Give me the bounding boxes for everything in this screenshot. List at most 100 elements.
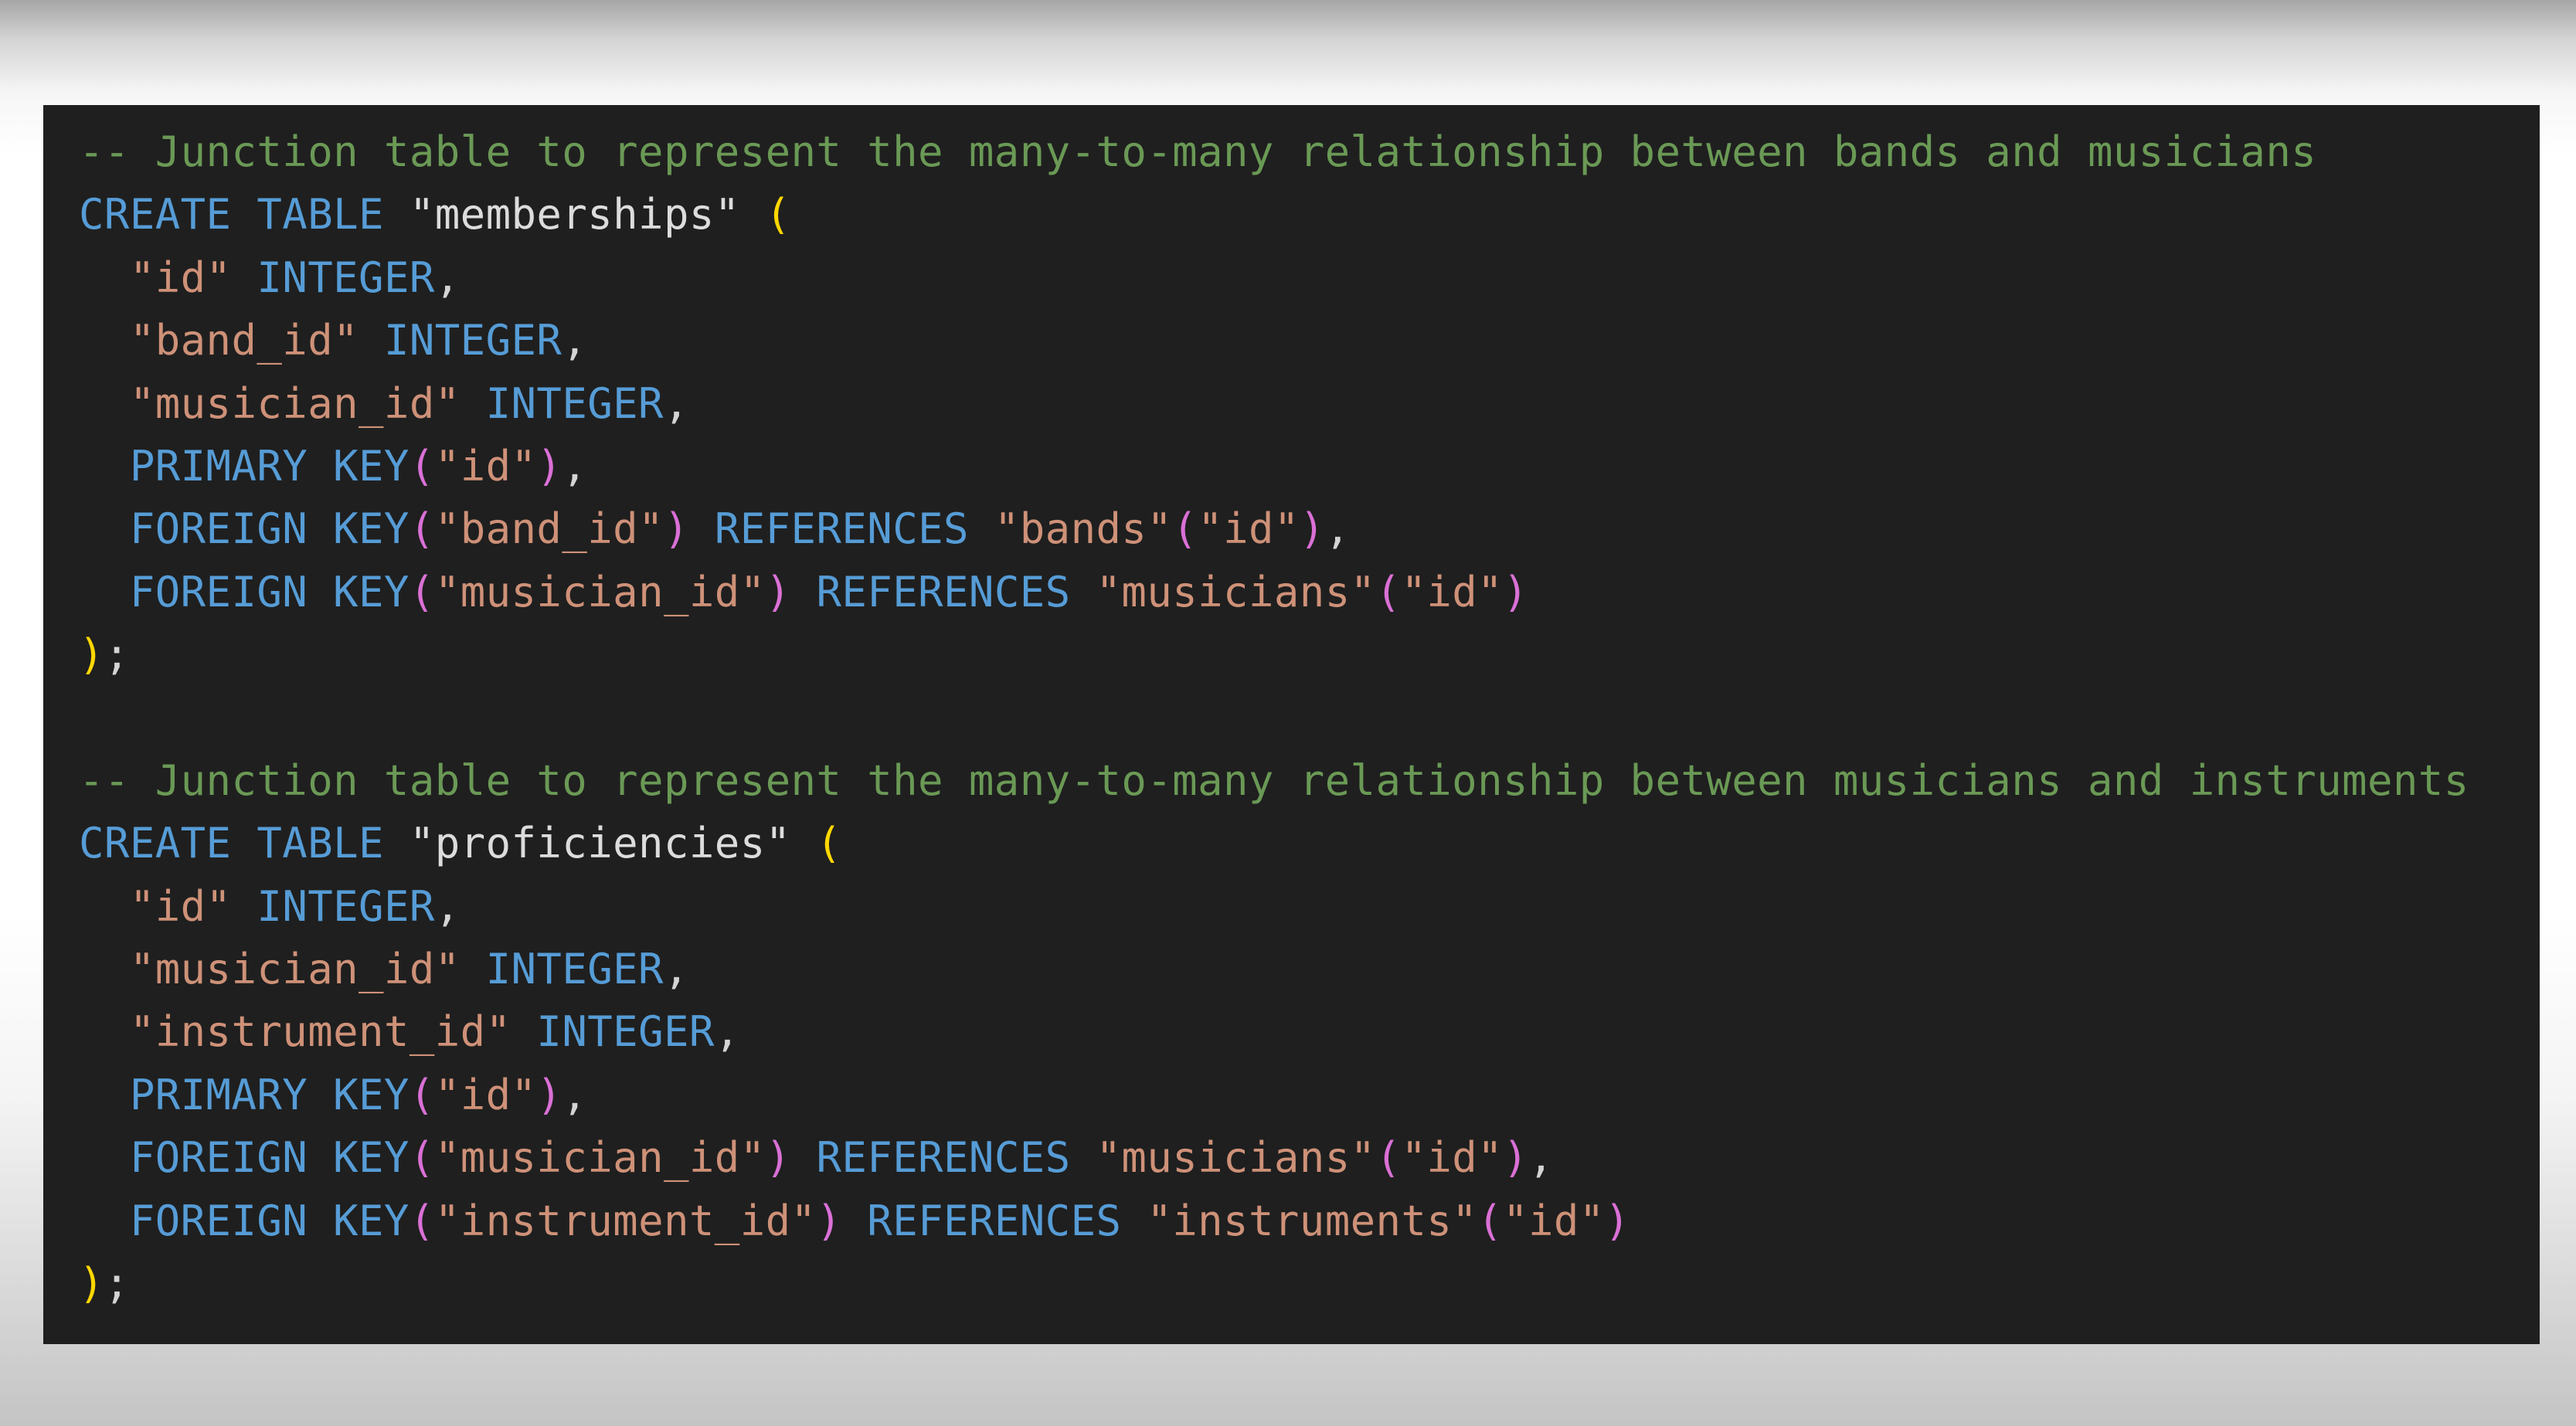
punctuation [841,1197,867,1245]
code-line: PRIMARY KEY("id"), [79,1064,2540,1126]
string-literal: "instrument_id" [129,1007,511,1057]
punctuation [460,945,486,993]
punctuation [79,1133,130,1182]
code-comment: -- Junction table to represent the many-… [79,755,2469,805]
punctuation [79,1007,130,1056]
punctuation [79,1071,130,1119]
punctuation [384,190,410,239]
sql-keyword: CREATE TABLE [79,819,384,868]
code-line: FOREIGN KEY("instrument_id") REFERENCES … [79,1190,2540,1252]
sql-keyword: INTEGER [536,1007,715,1057]
code-line: PRIMARY KEY("id"), [79,435,2540,497]
bracket: ( [816,819,842,868]
sql-keyword: INTEGER [257,253,435,302]
code-line: "musician_id" INTEGER, [79,372,2540,435]
code-line: -- Junction table to represent the many-… [79,121,2540,183]
sql-keyword: FOREIGN KEY [129,1196,410,1245]
sql-keyword: PRIMARY KEY [129,441,410,491]
punctuation: , [434,881,460,931]
string-literal: "band_id" [129,316,359,365]
punctuation [384,819,410,867]
bracket: ) [536,1070,562,1119]
string-literal: "id" [129,253,232,302]
punctuation [79,504,130,553]
punctuation [79,379,130,428]
bracket: ) [663,504,689,554]
punctuation [79,945,130,993]
punctuation [689,504,715,553]
punctuation [79,568,130,616]
table-name: "proficiencies" [409,819,791,868]
punctuation [1071,1133,1096,1182]
punctuation: , [1528,1133,1554,1183]
bracket: ) [765,1133,791,1183]
punctuation: ; [104,1259,130,1309]
punctuation [79,442,130,491]
punctuation: , [562,316,588,365]
punctuation [1121,1197,1147,1245]
string-literal: "id" [1401,567,1504,616]
string-literal: "instrument_id" [434,1196,817,1245]
bracket: ) [1604,1196,1630,1245]
code-line: ); [79,1252,2540,1315]
code-line: CREATE TABLE "proficiencies" ( [79,812,2540,874]
code-panel: -- Junction table to represent the many-… [43,105,2540,1344]
sql-keyword: REFERENCES [867,1196,1122,1245]
sql-keyword: CREATE TABLE [79,190,384,239]
punctuation: , [714,1007,740,1057]
code-line: FOREIGN KEY("musician_id") REFERENCES "m… [79,1126,2540,1189]
code-line: CREATE TABLE "memberships" ( [79,183,2540,246]
punctuation [791,1133,817,1182]
punctuation [740,190,766,239]
sql-keyword: INTEGER [383,316,562,365]
bracket: ( [1172,504,1198,554]
code-line: "band_id" INTEGER, [79,309,2540,372]
punctuation: , [562,1070,588,1119]
punctuation [79,253,130,302]
punctuation [79,1197,130,1245]
bracket: ) [79,630,104,680]
string-literal: "musician_id" [434,1133,766,1183]
string-literal: "musicians" [1096,567,1376,616]
string-literal: "musician_id" [434,567,766,616]
punctuation: , [663,945,689,994]
code-line: FOREIGN KEY("band_id") REFERENCES "bands… [79,497,2540,560]
punctuation: ; [104,630,130,680]
bracket: ( [1477,1196,1504,1245]
punctuation [359,316,384,365]
punctuation [79,882,130,931]
code-line: "musician_id" INTEGER, [79,938,2540,1000]
code-line: "id" INTEGER, [79,246,2540,309]
string-literal: "id" [129,881,232,931]
sql-keyword: FOREIGN KEY [129,1133,410,1183]
bracket: ) [765,567,791,616]
bracket: ( [409,1133,435,1183]
punctuation [969,504,994,553]
sql-keyword: INTEGER [485,945,664,994]
bracket: ( [409,504,435,554]
sql-keyword: PRIMARY KEY [129,1070,410,1119]
bracket: ( [1375,1133,1402,1183]
punctuation [231,253,257,302]
bracket: ( [409,441,435,491]
string-literal: "bands" [994,504,1173,554]
sql-keyword: REFERENCES [816,1133,1071,1183]
punctuation [511,1007,537,1056]
code-line: "instrument_id" INTEGER, [79,1000,2540,1063]
code-comment: -- Junction table to represent the many-… [79,127,2317,176]
string-literal: "instruments" [1147,1196,1478,1245]
code-line: "id" INTEGER, [79,875,2540,938]
sql-keyword: FOREIGN KEY [129,504,410,554]
table-name: "memberships" [409,190,740,239]
string-literal: "id" [1503,1196,1605,1245]
punctuation [231,882,257,931]
bracket: ( [1375,567,1402,616]
sql-keyword: REFERENCES [714,504,969,554]
sql-keyword: INTEGER [257,881,435,931]
string-literal: "id" [434,441,537,491]
code-line: FOREIGN KEY("musician_id") REFERENCES "m… [79,561,2540,623]
bracket: ( [765,190,791,239]
string-literal: "musician_id" [129,945,460,994]
bracket: ( [409,1196,435,1245]
